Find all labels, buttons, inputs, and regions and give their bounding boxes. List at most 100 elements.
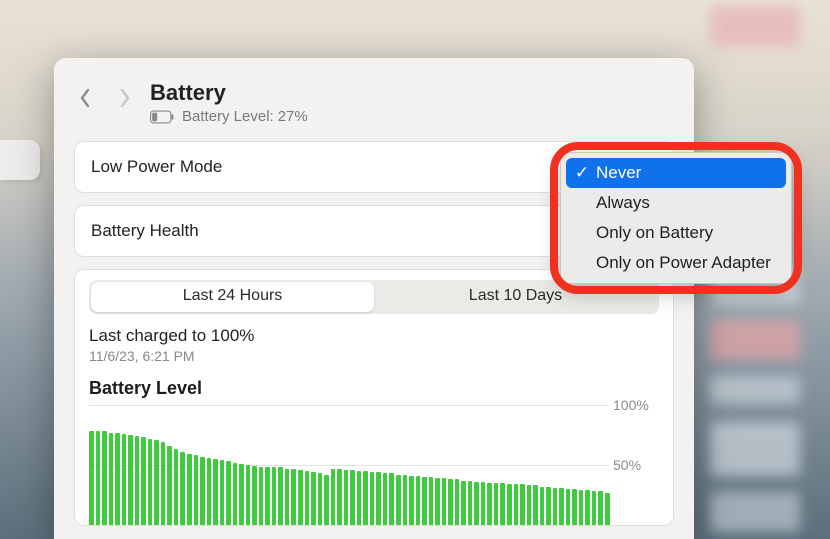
chart-bar xyxy=(148,439,153,525)
battery-level-prefix: Battery Level: xyxy=(182,108,274,125)
usage-chart-card: Last 24 HoursLast 10 Days Last charged t… xyxy=(74,269,674,526)
chart-bar xyxy=(422,477,427,525)
chart-bar xyxy=(96,431,101,525)
chart-bar xyxy=(566,489,571,525)
chart-bar xyxy=(389,473,394,525)
sidebar-sliver xyxy=(0,140,40,180)
chart-bar xyxy=(161,442,166,525)
chart-bar xyxy=(115,433,120,525)
chart-title: Battery Level xyxy=(89,378,659,399)
chart-bar xyxy=(455,479,460,525)
chart-bar xyxy=(520,484,525,525)
chart-bar xyxy=(448,479,453,525)
chart-bar xyxy=(194,455,199,525)
chart-bar xyxy=(259,467,264,525)
chart-bar xyxy=(605,493,610,525)
last-charged-text: Last charged to 100% xyxy=(89,326,659,346)
chart-bar xyxy=(363,471,368,525)
chart-bar xyxy=(122,434,127,525)
chart-bar xyxy=(357,471,362,525)
chart-bar xyxy=(383,473,388,525)
chart-bar xyxy=(481,482,486,525)
chart-bar xyxy=(337,469,342,525)
chart-bar xyxy=(585,490,590,525)
window-header: Battery Battery Level: 27% xyxy=(54,58,694,137)
chart-bar xyxy=(507,484,512,525)
chart-bar xyxy=(305,471,310,525)
chart-bar xyxy=(559,488,564,525)
page-title: Battery xyxy=(150,80,308,106)
chart-bar xyxy=(546,487,551,525)
battery-health-label: Battery Health xyxy=(91,221,199,241)
chart-bar xyxy=(376,472,381,525)
chart-bar xyxy=(272,467,277,525)
time-range-0[interactable]: Last 24 Hours xyxy=(91,282,374,312)
chart-bar xyxy=(298,470,303,525)
chart-bar xyxy=(435,478,440,525)
low-power-mode-label: Low Power Mode xyxy=(91,157,222,177)
chart-bar xyxy=(233,463,238,525)
chart-bar xyxy=(246,465,251,525)
chart-bar xyxy=(109,433,114,525)
chart-bar xyxy=(344,470,349,525)
chart-bar xyxy=(135,436,140,525)
chart-bar xyxy=(318,473,323,525)
chart-bar xyxy=(291,469,296,525)
chart-bar xyxy=(252,466,257,525)
chart-bar xyxy=(461,481,466,525)
forward-button[interactable] xyxy=(118,88,132,102)
chart-bar xyxy=(533,485,538,525)
low-power-mode-row[interactable]: Low Power Mode xyxy=(74,141,674,193)
chart-bar xyxy=(500,483,505,525)
chart-bar xyxy=(468,481,473,525)
chart-bar xyxy=(167,446,172,525)
chart-bar xyxy=(494,483,499,525)
back-button[interactable] xyxy=(78,88,92,102)
chart-bar xyxy=(239,464,244,525)
battery-level-chart: 100% 50% xyxy=(89,405,659,525)
chart-bar xyxy=(311,472,316,525)
chart-bar xyxy=(442,478,447,525)
chart-bar xyxy=(324,475,329,525)
chart-bar xyxy=(403,475,408,525)
chart-bar xyxy=(207,458,212,525)
chart-bar xyxy=(553,488,558,525)
time-range-segmented[interactable]: Last 24 HoursLast 10 Days xyxy=(89,280,659,314)
chart-bar xyxy=(278,467,283,525)
chart-bar xyxy=(409,476,414,525)
chart-bar xyxy=(579,490,584,525)
chart-bar xyxy=(226,461,231,525)
battery-icon xyxy=(150,110,174,124)
chart-bar xyxy=(350,470,355,525)
chart-bar xyxy=(265,467,270,525)
chart-bar xyxy=(370,472,375,525)
chart-bar xyxy=(429,477,434,525)
chart-bar xyxy=(154,440,159,525)
chart-bar xyxy=(598,491,603,525)
battery-health-row[interactable]: Battery Health xyxy=(74,205,674,257)
chart-bar xyxy=(514,484,519,525)
chart-bar xyxy=(487,483,492,525)
battery-settings-window: Battery Battery Level: 27% Low Power Mod… xyxy=(54,58,694,539)
chart-bar xyxy=(540,487,545,525)
chart-bar xyxy=(527,485,532,525)
chart-bar xyxy=(416,476,421,525)
chart-bar xyxy=(474,482,479,525)
chart-bar xyxy=(128,435,133,525)
chart-bar xyxy=(174,449,179,525)
chart-bar xyxy=(180,452,185,525)
y-tick-100: 100% xyxy=(613,397,659,413)
chart-bar xyxy=(141,437,146,525)
chart-bar xyxy=(285,469,290,525)
chart-bar xyxy=(200,457,205,525)
y-tick-50: 50% xyxy=(613,457,659,473)
chart-bar xyxy=(396,475,401,525)
time-range-1[interactable]: Last 10 Days xyxy=(374,282,657,312)
chart-bar xyxy=(331,469,336,525)
last-charged-timestamp: 11/6/23, 6:21 PM xyxy=(89,348,659,364)
chart-bar xyxy=(572,489,577,525)
chart-bar xyxy=(592,491,597,525)
chart-bar xyxy=(89,431,94,525)
chart-bar xyxy=(213,459,218,525)
battery-level-subtitle: Battery Level: 27% xyxy=(150,108,308,125)
